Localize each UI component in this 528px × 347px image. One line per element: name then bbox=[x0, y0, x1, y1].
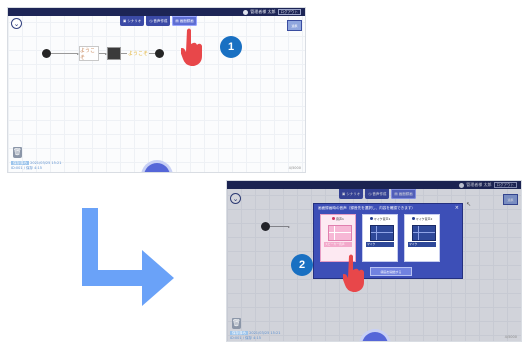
menu-chevron-icon[interactable]: ⌄ bbox=[11, 18, 22, 29]
card-title: 音声1 bbox=[336, 216, 344, 221]
microphone-icon bbox=[411, 217, 415, 220]
folder-icon: ▣ bbox=[123, 19, 127, 23]
page-counter: 4/5000 bbox=[288, 166, 301, 170]
audio-preview-image bbox=[370, 225, 394, 241]
status-timestamp: 2021/03/25 15:21 bbox=[30, 161, 62, 165]
main-tabs: ▣ シナリオ ◷ 音声作成 ▤ 画面録画 bbox=[120, 16, 197, 27]
mouse-cursor-icon: ↖ bbox=[466, 201, 472, 208]
tab-label: 音声作成 bbox=[153, 18, 168, 23]
status-area: 保存済み 2021/03/25 15:21 ID:001 / 保存 4:15 bbox=[11, 161, 62, 171]
flow-node-greeting[interactable]: ようこそ bbox=[79, 46, 100, 61]
clock-icon: ◷ bbox=[149, 19, 153, 23]
flow-node-image[interactable] bbox=[107, 47, 122, 60]
step-badge-2: 2 bbox=[291, 254, 313, 276]
dialog-title: 画面録画時の音声（録音先を選択し、内容を確認できます） bbox=[318, 206, 416, 210]
pointing-hand-icon bbox=[343, 254, 364, 292]
card-title: マイク音声2 bbox=[415, 216, 433, 221]
microphone-icon bbox=[369, 217, 373, 220]
status-badge: 保存済み bbox=[11, 161, 29, 165]
logout-button[interactable]: ログアウト bbox=[277, 9, 301, 15]
tab-label: シナリオ bbox=[127, 18, 142, 23]
audio-option-card[interactable]: マイク音声2 マイク bbox=[404, 214, 440, 262]
status-detail: ID:001 / 保存 4:15 bbox=[230, 336, 261, 340]
trash-icon[interactable]: 🗑 bbox=[13, 147, 22, 158]
audio-option-card[interactable]: マイク音声1 マイク bbox=[362, 214, 398, 262]
screenshot-step-1: 管理者様 太郎 ログアウト ▣ シナリオ ◷ 音声作成 ▤ 画面録画 ⌄ 連携 … bbox=[7, 7, 306, 173]
speaker-icon bbox=[332, 217, 336, 220]
status-badge: 保存済み bbox=[230, 331, 248, 335]
flow-node-label: ようこそ bbox=[80, 47, 96, 61]
audio-source-options: 音声1 スピーカー音声 マイク音声1 マイク マイク音声2 マイク bbox=[320, 214, 440, 262]
print-icon: ▤ bbox=[175, 19, 179, 23]
step-badge-1: 1 bbox=[220, 36, 242, 58]
card-label: スピーカー音声 bbox=[324, 242, 352, 247]
close-icon[interactable]: × bbox=[455, 205, 459, 211]
tab-voice[interactable]: ◷ 音声作成 bbox=[146, 16, 171, 26]
pointing-hand-icon bbox=[181, 28, 202, 66]
audio-preview-image bbox=[328, 225, 352, 241]
flow-node-text[interactable]: ようこそ bbox=[127, 50, 149, 57]
tab-label: 画面録画 bbox=[179, 18, 194, 23]
status-detail: ID:001 / 保存 4:15 bbox=[11, 166, 42, 170]
end-node[interactable] bbox=[155, 49, 165, 58]
scenario-flow: ▸ ようこそ ▸ ようこそ bbox=[42, 46, 165, 61]
card-title: マイク音声1 bbox=[373, 216, 391, 221]
card-label: マイク bbox=[366, 242, 394, 247]
screenshot-step-2: 管理者様 太郎 ログアウト ▣ シナリオ ◷ 音声作成 ▤ 画面録画 ⌄ 連携 … bbox=[226, 180, 522, 342]
user-avatar-icon bbox=[243, 9, 249, 15]
card-label: マイク bbox=[408, 242, 436, 247]
audio-preview-image bbox=[412, 225, 436, 241]
status-area: 保存済み 2021/03/25 15:21 ID:001 / 保存 4:15 bbox=[230, 331, 281, 341]
user-area: 管理者様 太郎 ログアウト bbox=[243, 9, 301, 15]
user-name: 管理者様 太郎 bbox=[250, 9, 276, 14]
tab-scenario[interactable]: ▣ シナリオ bbox=[120, 16, 145, 26]
flow-arrow-icon bbox=[82, 208, 174, 306]
trash-icon[interactable]: 🗑 bbox=[232, 318, 241, 329]
tab-recording[interactable]: ▤ 画面録画 bbox=[172, 16, 197, 26]
record-button[interactable] bbox=[144, 163, 170, 172]
flow-connector bbox=[51, 53, 77, 54]
page-counter: 4/5000 bbox=[504, 335, 517, 339]
side-link-button[interactable]: 連携 bbox=[287, 20, 302, 31]
start-recording-button[interactable]: 録画を開始する bbox=[370, 267, 412, 276]
status-timestamp: 2021/03/25 15:21 bbox=[249, 331, 281, 335]
start-node[interactable] bbox=[42, 49, 51, 58]
recording-audio-dialog: 画面録画時の音声（録音先を選択し、内容を確認できます） × 音声1 スピーカー音… bbox=[313, 203, 463, 279]
